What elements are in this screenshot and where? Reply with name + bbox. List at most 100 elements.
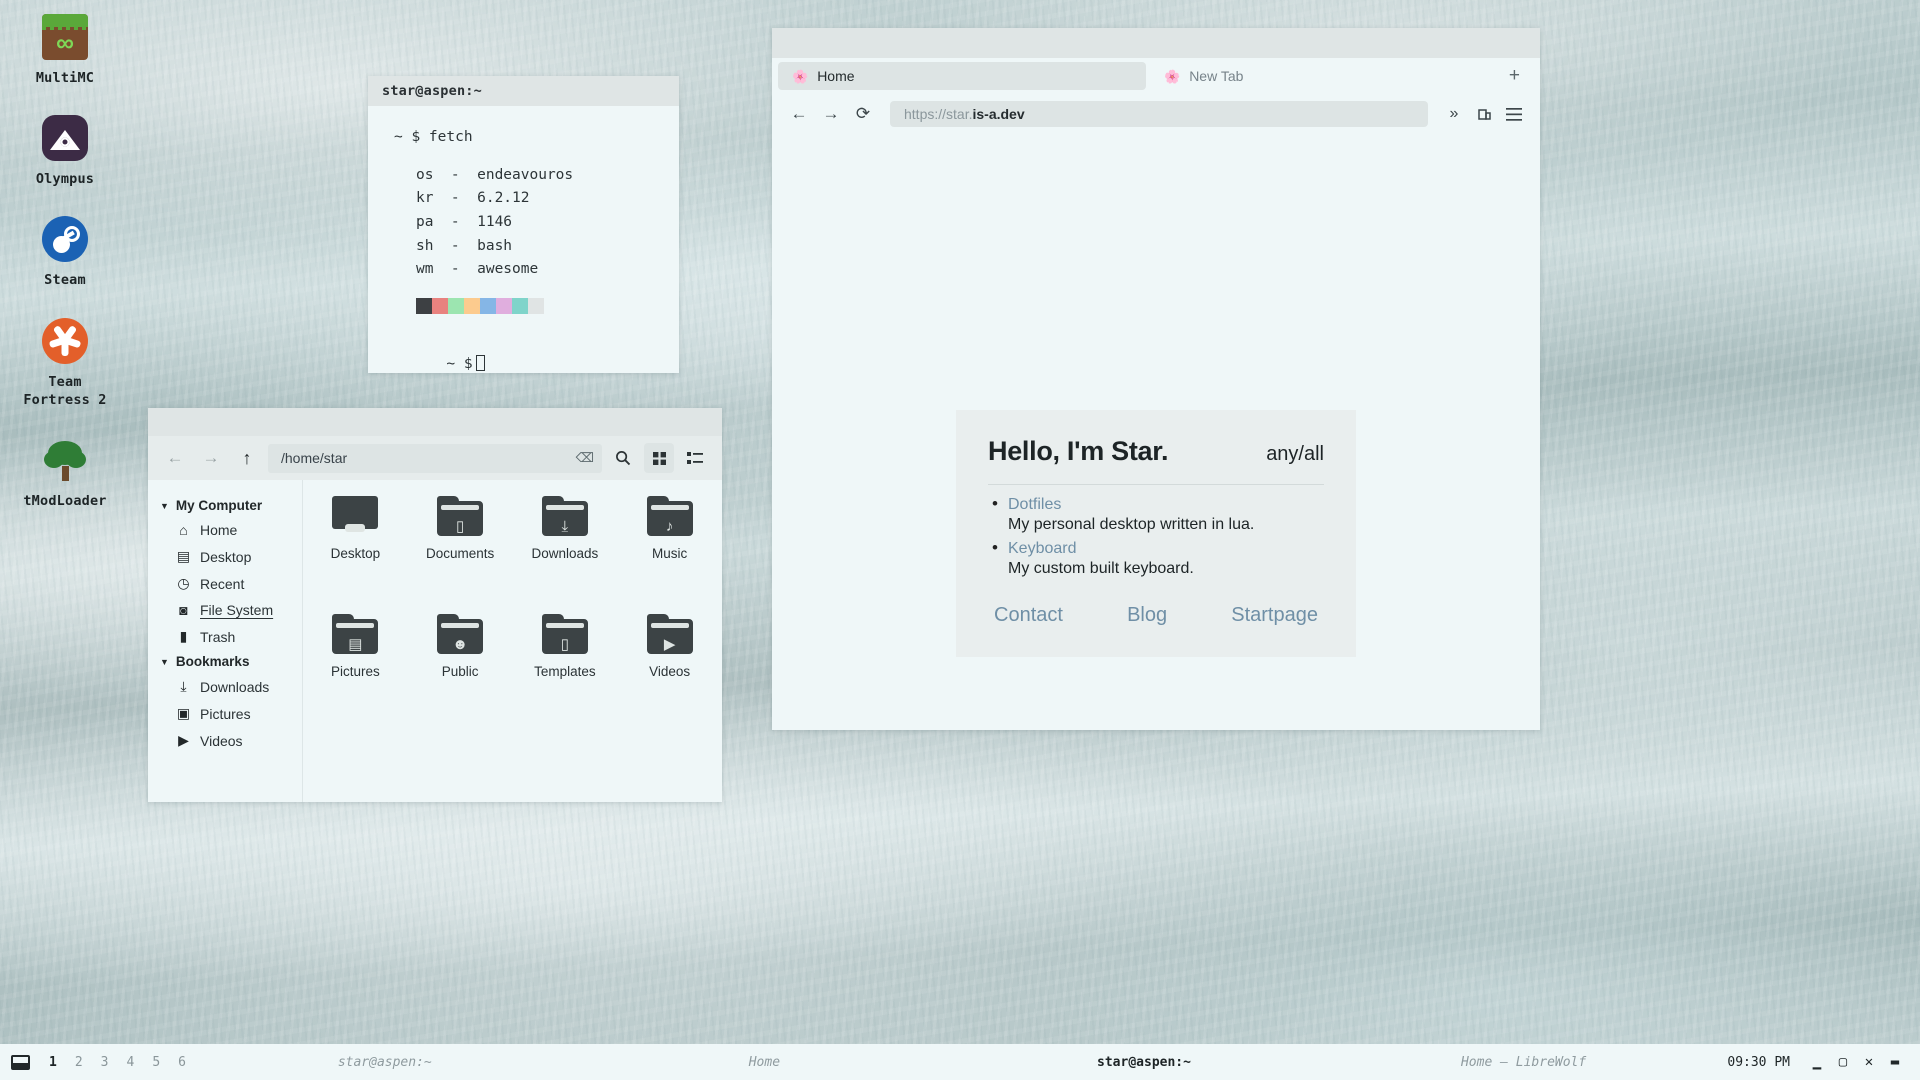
hamburger-menu-icon[interactable] <box>1500 99 1528 129</box>
sidebar-item-pictures[interactable]: ▣Pictures <box>148 700 302 727</box>
sidebar-group-label: My Computer <box>176 498 262 513</box>
sidebar-item-downloads[interactable]: ⤓Downloads <box>148 673 302 700</box>
terminal-window[interactable]: star@aspen:~ ~ $ fetch os - endeavouros … <box>368 76 679 373</box>
documents-folder-icon: ▯ <box>437 496 483 536</box>
tag-1[interactable]: 1 <box>40 1055 66 1070</box>
grid-view-icon[interactable] <box>644 443 674 473</box>
file-manager-titlebar[interactable] <box>148 408 722 436</box>
tag-4[interactable]: 4 <box>117 1055 143 1070</box>
clear-icon[interactable]: ⌫ <box>576 450 594 466</box>
sidebar-item-trash[interactable]: ▮Trash <box>148 623 302 650</box>
file-item-pictures[interactable]: ▤Pictures <box>303 614 408 732</box>
desktop-icon-label: Steam <box>44 271 86 289</box>
file-item-videos[interactable]: ▶Videos <box>617 614 722 732</box>
link-startpage[interactable]: Startpage <box>1231 604 1318 627</box>
browser-window[interactable]: 🌸 Home 🌸 New Tab + ← → ⟳ https://star.is… <box>772 28 1540 730</box>
file-item-downloads[interactable]: ⤓Downloads <box>513 496 618 614</box>
taskbar-window-3[interactable]: Home — LibreWolf <box>1334 1055 1714 1070</box>
browser-tab-home[interactable]: 🌸 Home <box>778 62 1146 90</box>
link-keyboard[interactable]: Keyboard <box>1008 540 1077 557</box>
sidebar-item-label: Home <box>200 522 237 538</box>
reload-button[interactable]: ⟳ <box>848 99 878 129</box>
file-manager-window[interactable]: ← → ↑ /home/star ⌫ ▼My Computer⌂Home▤Des… <box>148 408 722 802</box>
app-launcher-icon[interactable] <box>0 1055 40 1070</box>
sidebar-item-recent[interactable]: ◷Recent <box>148 570 302 597</box>
desktop-icon-olympus[interactable]: Olympus <box>0 115 130 188</box>
file-item-music[interactable]: ♪Music <box>617 496 722 614</box>
file-item-label: Downloads <box>531 546 598 561</box>
templates-folder-icon: ▯ <box>542 614 588 654</box>
browser-titlebar[interactable] <box>772 28 1540 58</box>
up-button[interactable]: ↑ <box>232 443 262 473</box>
tag-3[interactable]: 3 <box>92 1055 118 1070</box>
file-item-public[interactable]: ☻Public <box>408 614 513 732</box>
forward-button[interactable]: → <box>196 443 226 473</box>
desktop-icon: ▤ <box>176 548 191 565</box>
sidebar-item-videos[interactable]: ▶Videos <box>148 727 302 754</box>
sidebar-item-label: Pictures <box>200 706 251 722</box>
desktop-icon-label: MultiMC <box>36 69 94 87</box>
back-button[interactable]: ← <box>160 443 190 473</box>
steam-icon <box>42 216 88 262</box>
file-manager-main: ▼My Computer⌂Home▤Desktop◷Recent◙File Sy… <box>148 480 722 802</box>
sidebar-item-desktop[interactable]: ▤Desktop <box>148 543 302 570</box>
minimize-button[interactable]: ▁ <box>1804 1054 1830 1070</box>
terminal-titlebar[interactable]: star@aspen:~ <box>368 76 679 106</box>
taskbar-window-0[interactable]: star@aspen:~ <box>195 1055 575 1070</box>
trash-icon: ▮ <box>176 628 191 645</box>
layout-button[interactable]: ▬ <box>1882 1054 1908 1070</box>
sidebar-group-bookmarks[interactable]: ▼ Bookmarks <box>148 650 302 673</box>
forward-button[interactable]: → <box>816 99 846 129</box>
overflow-chevrons-icon[interactable]: » <box>1440 99 1468 129</box>
desktop-icon-team-fortress-2[interactable]: Team Fortress 2 <box>0 318 130 409</box>
desktop-icon-multimc[interactable]: ∞ MultiMC <box>0 14 130 87</box>
browser-tab-new-tab[interactable]: 🌸 New Tab <box>1150 62 1257 90</box>
terminal-prompt-line: ~ $ <box>394 336 653 393</box>
fetch-output: os - endeavouros kr - 6.2.12 pa - 1146 s… <box>394 164 653 282</box>
terminal-body[interactable]: ~ $ fetch os - endeavouros kr - 6.2.12 p… <box>368 106 679 373</box>
desktop-icon-area: ∞ MultiMC Olympus Steam Team Fortress 2 … <box>0 14 130 538</box>
file-item-label: Templates <box>534 664 596 679</box>
path-input[interactable]: /home/star ⌫ <box>268 444 602 473</box>
home-icon: ⌂ <box>176 522 191 538</box>
sidebar-group-label: Bookmarks <box>176 654 250 669</box>
browser-toolbar: ← → ⟳ https://star.is-a.dev » <box>772 94 1540 134</box>
desktop-icon-tmodloader[interactable]: tModLoader <box>0 437 130 510</box>
videos-icon: ▶ <box>176 732 191 749</box>
desktop-icon-steam[interactable]: Steam <box>0 216 130 289</box>
page-heading: Hello, I'm Star. <box>988 436 1168 467</box>
link-blog[interactable]: Blog <box>1127 604 1167 627</box>
search-icon[interactable] <box>608 443 638 473</box>
tag-6[interactable]: 6 <box>169 1055 195 1070</box>
new-tab-button[interactable]: + <box>1497 65 1532 87</box>
sidebar-item-home[interactable]: ⌂ Home <box>148 517 302 543</box>
terminal-command-line: ~ $ fetch <box>394 128 653 147</box>
url-bar[interactable]: https://star.is-a.dev <box>890 101 1428 127</box>
file-item-desktop[interactable]: Desktop <box>303 496 408 614</box>
terminal-cursor <box>476 355 485 371</box>
pronouns-label: any/all <box>1266 443 1324 466</box>
pictures-folder-icon: ▤ <box>332 614 378 654</box>
sidebar-item-label: Downloads <box>200 679 269 695</box>
file-item-documents[interactable]: ▯Documents <box>408 496 513 614</box>
taskbar-window-1[interactable]: Home <box>575 1055 955 1070</box>
sidebar-item-file-system[interactable]: ◙File System <box>148 597 302 623</box>
chevron-down-icon: ▼ <box>160 657 169 667</box>
back-button[interactable]: ← <box>784 99 814 129</box>
tag-2[interactable]: 2 <box>66 1055 92 1070</box>
sidebar-group-my-computer[interactable]: ▼My Computer <box>148 494 302 517</box>
extensions-icon[interactable] <box>1470 99 1498 129</box>
tag-5[interactable]: 5 <box>143 1055 169 1070</box>
maximize-button[interactable]: ▢ <box>1830 1054 1856 1070</box>
link-dotfiles[interactable]: Dotfiles <box>1008 496 1061 513</box>
close-button[interactable]: ✕ <box>1856 1054 1882 1070</box>
file-item-templates[interactable]: ▯ Templates <box>513 614 618 732</box>
desktop-icon-label: tModLoader <box>23 492 106 510</box>
file-item-label: Videos <box>649 664 690 679</box>
sidebar-item-label: File System <box>200 602 273 618</box>
list-view-icon[interactable] <box>680 443 710 473</box>
file-grid[interactable]: Desktop▯Documents⤓Downloads♪Music ▤Pictur… <box>303 480 722 802</box>
link-contact[interactable]: Contact <box>994 604 1063 627</box>
file-item-label: Music <box>652 546 687 561</box>
taskbar-window-2[interactable]: star@aspen:~ <box>954 1055 1334 1070</box>
